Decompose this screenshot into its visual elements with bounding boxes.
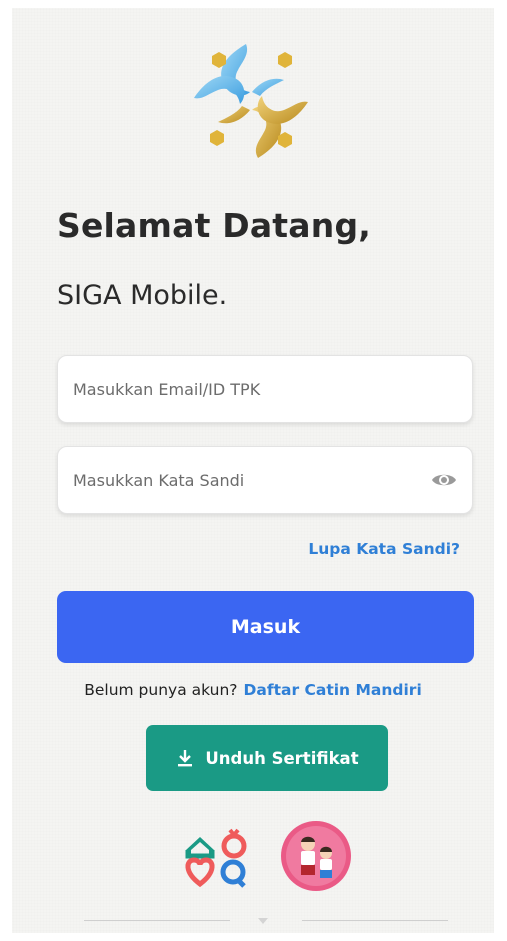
forgot-password-link[interactable]: Lupa Kata Sandi? [308,540,460,558]
welcome-heading: Selamat Datang, [57,206,372,245]
download-certificate-button[interactable]: Unduh Sertifikat [146,725,388,791]
password-field[interactable] [57,446,473,514]
login-screen: Selamat Datang, SIGA Mobile. Lupa Kata S… [12,8,494,933]
eye-icon[interactable] [430,468,458,492]
download-button-label: Unduh Sertifikat [205,748,359,768]
email-input[interactable] [73,356,413,422]
family-logo [185,828,247,888]
login-button-label: Masuk [230,616,301,638]
register-question: Belum punya akun? [84,681,238,699]
divider [302,920,448,921]
app-logo [194,44,308,158]
divider [84,920,230,921]
register-link[interactable]: Daftar Catin Mandiri [244,681,422,699]
bottom-handle [12,914,494,933]
download-icon [178,750,193,767]
app-name: SIGA Mobile. [57,280,228,311]
children-badge [281,821,351,891]
register-prompt: Belum punya akun? Daftar Catin Mandiri [12,681,494,699]
login-button[interactable]: Masuk [57,591,474,663]
chevron-down-icon[interactable] [257,917,269,925]
password-input[interactable] [73,447,413,513]
email-field[interactable] [57,355,473,423]
